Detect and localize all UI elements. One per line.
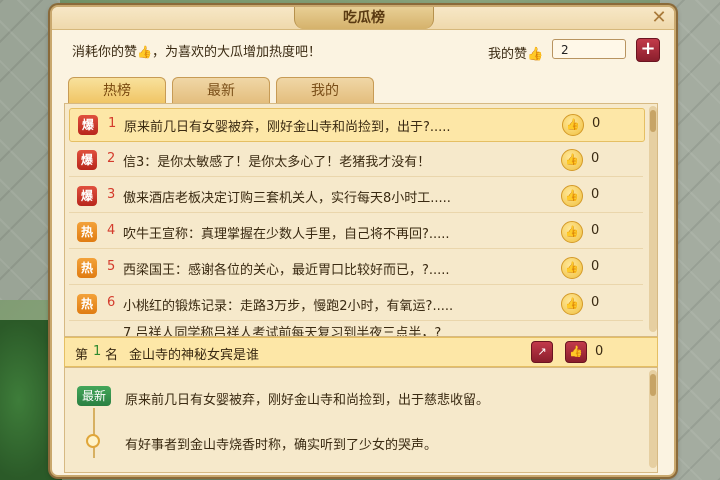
rank-number: 2 <box>107 151 116 166</box>
my-likes-thumb-icon: 👍 <box>527 47 544 62</box>
list-item[interactable]: 爆 2 信3：是你太敏感了！是你太多心了！老猪我才没有！ 👍 0 <box>69 144 643 177</box>
like-icon[interactable]: 👍 <box>561 293 583 315</box>
title-bar: 吃瓜榜 ✕ <box>52 7 674 30</box>
like-icon[interactable]: 👍 <box>561 257 583 279</box>
my-likes-value: 2 <box>552 39 626 59</box>
gossip-headline: 吹牛王宣称：真理掌握在少数人手里，自己将不再回?..... <box>123 227 450 242</box>
like-count: 0 <box>591 295 600 310</box>
like-icon[interactable]: 👍 <box>562 114 584 136</box>
tab-hot[interactable]: 热榜 <box>68 77 166 104</box>
like-count: 0 <box>592 116 601 131</box>
latest-tag: 最新 <box>77 386 111 406</box>
detail-rank-number: 1 <box>93 344 102 359</box>
explosive-badge: 爆 <box>78 115 98 135</box>
like-icon[interactable]: 👍 <box>561 185 583 207</box>
explosive-badge: 爆 <box>77 150 97 170</box>
rank-number: 6 <box>107 295 116 310</box>
gossip-headline: 小桃红的锻炼记录：走路3万步，慢跑2小时，有氧运?..... <box>123 299 454 314</box>
like-count: 0 <box>591 187 600 202</box>
detail-entry-1: 原来前几日有女婴被弃，刚好金山寺和尚捡到，出于慈悲收留。 <box>125 393 490 408</box>
list-scrollbar-thumb[interactable] <box>650 110 656 132</box>
list-item[interactable]: 爆 3 傲来酒店老板决定订购三套机关人，实行每天8小时工..... 👍 0 <box>69 180 643 213</box>
ranking-list: 爆 1 原来前几日有女婴被弃，刚好金山寺和尚捡到，出于?..... 👍 0 爆 … <box>64 103 658 337</box>
rank-number: 3 <box>107 187 116 202</box>
list-item[interactable]: 热 6 小桃红的锻炼记录：走路3万步，慢跑2小时，有氧运?..... 👍 0 <box>69 288 643 321</box>
detail-scrollbar[interactable] <box>649 370 657 468</box>
gossip-ranking-window: 吃瓜榜 ✕ 消耗你的赞👍，为喜欢的大瓜增加热度吧！ 我的赞👍 2 + 热榜 最新… <box>50 5 676 477</box>
like-button[interactable]: 👍 <box>565 341 587 363</box>
window-title: 吃瓜榜 <box>294 7 434 29</box>
thumb-icon: 👍 <box>137 45 152 59</box>
rank-number: 1 <box>108 116 117 131</box>
gossip-headline: 傲来酒店老板决定订购三套机关人，实行每天8小时工..... <box>123 191 451 206</box>
hot-badge: 热 <box>77 294 97 314</box>
my-likes-text: 我的赞 <box>488 47 528 62</box>
timeline-line <box>93 408 95 458</box>
hint-text: 消耗你的赞👍，为喜欢的大瓜增加热度吧！ <box>72 41 321 60</box>
hot-badge: 热 <box>77 258 97 278</box>
hint-text-before: 消耗你的赞 <box>72 45 138 60</box>
detail-like-count: 0 <box>595 344 604 359</box>
add-likes-button[interactable]: + <box>636 38 660 62</box>
list-scrollbar[interactable] <box>649 106 657 332</box>
detail-scrollbar-thumb[interactable] <box>650 374 656 396</box>
gossip-headline: 原来前几日有女婴被弃，刚好金山寺和尚捡到，出于?..... <box>124 120 451 135</box>
detail-body: 最新 原来前几日有女婴被弃，刚好金山寺和尚捡到，出于慈悲收留。 有好事者到金山寺… <box>64 367 658 473</box>
list-item[interactable]: 热 4 吹牛王宣称：真理掌握在少数人手里，自己将不再回?..... 👍 0 <box>69 216 643 249</box>
like-count: 0 <box>591 259 600 274</box>
explosive-badge: 爆 <box>77 186 97 206</box>
rank-number: 5 <box>107 259 116 274</box>
list-item-partial[interactable]: 7 吕祥人同学称吕祥人考试前每天复习到半夜三点半，? <box>123 322 441 336</box>
like-icon[interactable]: 👍 <box>561 149 583 171</box>
gossip-headline: 信3：是你太敏感了！是你太多心了！老猪我才没有！ <box>123 155 431 170</box>
timeline-dot <box>86 434 100 448</box>
detail-rank-suffix: 名 <box>105 348 119 363</box>
my-likes-label: 我的赞👍 <box>488 43 543 62</box>
like-icon[interactable]: 👍 <box>561 221 583 243</box>
detail-title: 金山寺的神秘女宾是谁 <box>129 348 260 363</box>
share-icon[interactable]: ↗ <box>531 341 553 363</box>
like-count: 0 <box>591 223 600 238</box>
rank-number: 4 <box>107 223 116 238</box>
tab-mine[interactable]: 我的 <box>276 77 374 104</box>
gossip-headline: 西梁国王：感谢各位的关心，最近胃口比较好而已，?..... <box>123 263 450 278</box>
list-item[interactable]: 热 5 西梁国王：感谢各位的关心，最近胃口比较好而已，?..... 👍 0 <box>69 252 643 285</box>
like-count: 0 <box>591 151 600 166</box>
detail-header: 第 1 名 金山寺的神秘女宾是谁 ↗ 👍 0 <box>64 337 658 367</box>
list-item[interactable]: 爆 1 原来前几日有女婴被弃，刚好金山寺和尚捡到，出于?..... 👍 0 <box>69 108 645 142</box>
detail-entry-2: 有好事者到金山寺烧香时称，确实听到了少女的哭声。 <box>125 438 438 453</box>
hot-badge: 热 <box>77 222 97 242</box>
close-icon[interactable]: ✕ <box>650 9 668 27</box>
tab-latest[interactable]: 最新 <box>172 77 270 104</box>
detail-rank-prefix: 第 <box>75 348 89 363</box>
hint-text-after: ，为喜欢的大瓜增加热度吧！ <box>151 45 321 60</box>
